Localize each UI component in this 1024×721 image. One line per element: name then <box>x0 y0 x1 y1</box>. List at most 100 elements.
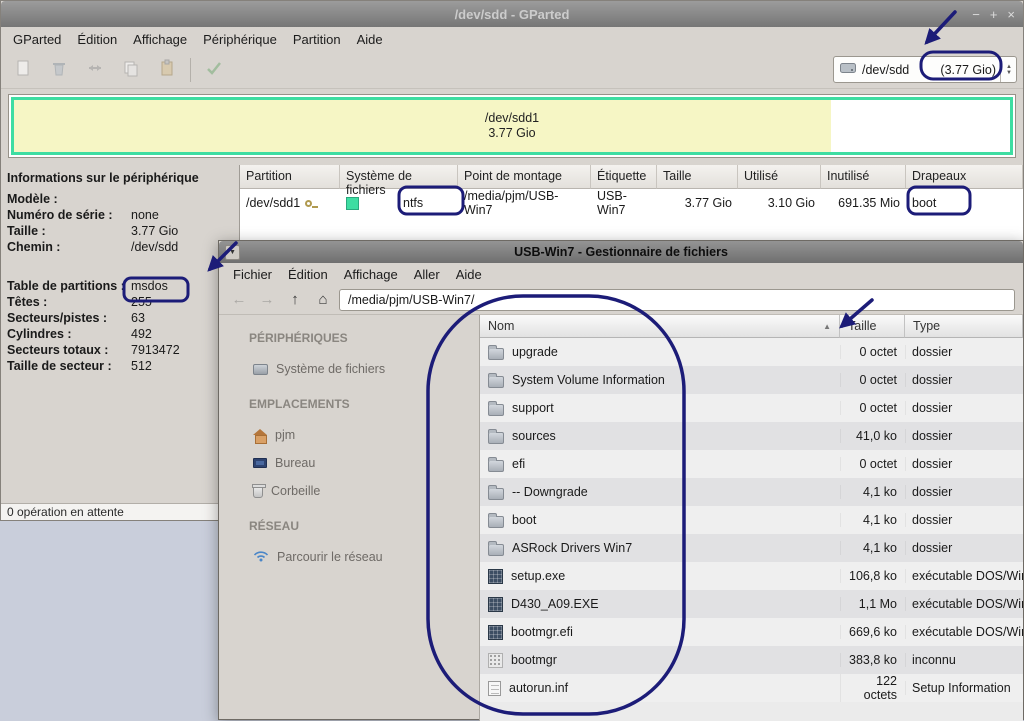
device-info-row: Taille de secteur : 512 <box>7 358 233 374</box>
home-button[interactable]: ⌂ <box>311 289 335 311</box>
resize-move-button[interactable] <box>77 55 113 85</box>
device-info-row: Secteurs totaux : 7913472 <box>7 342 233 358</box>
sidebar-item-label: Bureau <box>275 456 315 470</box>
file-row[interactable]: autorun.inf 122 octets Setup Information <box>480 674 1023 702</box>
toolbar-separator <box>190 58 191 82</box>
device-info-row: Chemin : /dev/sdd <box>7 239 233 255</box>
partition-cell: /dev/sdd1 <box>240 196 340 210</box>
file-row[interactable]: ASRock Drivers Win7 4,1 ko dossier <box>480 534 1023 562</box>
menu-item[interactable]: Aller <box>406 265 448 284</box>
device-info-title: Informations sur le périphérique <box>7 171 233 185</box>
file-size-cell: 0 octet <box>840 457 905 471</box>
menu-item[interactable]: Périphérique <box>195 30 285 49</box>
partition-visual-bar[interactable]: /dev/sdd1 3.77 Gio <box>11 97 1013 155</box>
column-header[interactable]: Étiquette <box>591 165 657 189</box>
sidebar-item-browse-network[interactable]: Parcourir le réseau <box>219 543 479 571</box>
column-header-size[interactable]: Taille <box>840 315 905 338</box>
file-icon <box>488 432 504 444</box>
paste-button[interactable] <box>149 55 185 85</box>
menu-item[interactable]: Fichier <box>225 265 280 284</box>
spin-down-icon[interactable]: ▼ <box>1006 70 1012 76</box>
gparted-window-buttons: − + × <box>972 8 1015 21</box>
column-header-type[interactable]: Type <box>905 315 1023 338</box>
menu-item[interactable]: Aide <box>349 30 391 49</box>
gparted-titlebar[interactable]: /dev/sdd - GParted − + × <box>1 1 1023 27</box>
gparted-window-title: /dev/sdd - GParted <box>1 7 1023 22</box>
gparted-toolbar: /dev/sdd (3.77 Gio) ▲ ▼ <box>1 51 1023 89</box>
file-row[interactable]: boot 4,1 ko dossier <box>480 506 1023 534</box>
column-header[interactable]: Taille <box>657 165 738 189</box>
file-name-cell: bootmgr.efi <box>480 625 840 640</box>
sidebar-item-trash[interactable]: Corbeille <box>219 477 479 505</box>
maximize-icon[interactable]: + <box>990 8 998 21</box>
column-header[interactable]: Inutilisé <box>821 165 906 189</box>
forward-button[interactable]: → <box>255 289 279 311</box>
file-size-cell: 4,1 ko <box>840 541 905 555</box>
file-type-cell: exécutable DOS/Win <box>905 597 1023 611</box>
device-info-row: Taille : 3.77 Gio <box>7 223 233 239</box>
menu-item[interactable]: Édition <box>280 265 336 284</box>
file-row[interactable]: setup.exe 106,8 ko exécutable DOS/Win <box>480 562 1023 590</box>
up-arrow-icon: ↑ <box>291 291 299 308</box>
column-header[interactable]: Utilisé <box>738 165 821 189</box>
file-row[interactable]: support 0 octet dossier <box>480 394 1023 422</box>
file-type-cell: dossier <box>905 401 1023 415</box>
menu-item[interactable]: GParted <box>5 30 69 49</box>
column-header[interactable]: Système de fichiers <box>340 165 458 189</box>
sidebar-item-home[interactable]: pjm <box>219 421 479 449</box>
device-spinner[interactable]: ▲ ▼ <box>1000 57 1014 82</box>
fm-body: PÉRIPHÉRIQUES Système de fichiers EMPLAC… <box>219 315 1023 721</box>
file-row[interactable]: sources 41,0 ko dossier <box>480 422 1023 450</box>
sidebar-item-label: Parcourir le réseau <box>277 550 383 564</box>
menu-item[interactable]: Affichage <box>125 30 195 49</box>
menu-item[interactable]: Aide <box>448 265 490 284</box>
minimize-icon[interactable]: − <box>972 8 980 21</box>
device-info-row: Numéro de série : none <box>7 207 233 223</box>
window-menu-button[interactable]: ▼ <box>225 245 240 260</box>
back-button[interactable]: ← <box>227 289 251 311</box>
new-partition-button[interactable] <box>5 55 41 85</box>
sidebar-item-label: pjm <box>275 428 295 442</box>
copy-button[interactable] <box>113 55 149 85</box>
file-row[interactable]: upgrade 0 octet dossier <box>480 338 1023 366</box>
trash-icon <box>253 486 263 498</box>
menu-item[interactable]: Partition <box>285 30 349 49</box>
file-size-cell: 383,8 ko <box>840 653 905 667</box>
column-header[interactable]: Drapeaux <box>906 165 1023 189</box>
apply-operations-button[interactable] <box>196 55 232 85</box>
menu-item[interactable]: Affichage <box>336 265 406 284</box>
sidebar-section-devices: PÉRIPHÉRIQUES <box>219 331 479 345</box>
file-row[interactable]: bootmgr 383,8 ko inconnu <box>480 646 1023 674</box>
file-name-cell: ASRock Drivers Win7 <box>480 541 840 556</box>
label-cell: USB-Win7 <box>591 189 657 217</box>
file-row[interactable]: D430_A09.EXE 1,1 Mo exécutable DOS/Win <box>480 590 1023 618</box>
sidebar-section-places: EMPLACEMENTS <box>219 397 479 411</box>
file-name: bootmgr.efi <box>511 625 573 639</box>
up-button[interactable]: ↑ <box>283 289 307 311</box>
file-type-cell: dossier <box>905 541 1023 555</box>
delete-partition-button[interactable] <box>41 55 77 85</box>
file-row[interactable]: -- Downgrade 4,1 ko dossier <box>480 478 1023 506</box>
device-info-panel: Informations sur le périphérique Modèle … <box>1 165 240 503</box>
wifi-icon <box>253 549 269 565</box>
column-header[interactable]: Point de montage <box>458 165 591 189</box>
device-info-rows: Modèle : Numéro de série : none Taille :… <box>7 191 233 374</box>
path-input[interactable] <box>339 289 1015 311</box>
menu-item[interactable]: Édition <box>69 30 125 49</box>
file-manager-window: ▼ USB-Win7 - Gestionnaire de fichiers Fi… <box>218 240 1024 720</box>
column-header[interactable]: Partition <box>240 165 340 189</box>
close-icon[interactable]: × <box>1007 8 1015 21</box>
file-row[interactable]: bootmgr.efi 669,6 ko exécutable DOS/Win <box>480 618 1023 646</box>
column-header-name[interactable]: Nom ▲ <box>480 315 840 338</box>
sidebar-item-filesystem[interactable]: Système de fichiers <box>219 355 479 383</box>
file-name-cell: -- Downgrade <box>480 485 840 500</box>
file-row[interactable]: efi 0 octet dossier <box>480 450 1023 478</box>
file-row[interactable]: System Volume Information 0 octet dossie… <box>480 366 1023 394</box>
file-icon <box>488 653 503 668</box>
file-name-cell: System Volume Information <box>480 373 840 388</box>
device-selector[interactable]: /dev/sdd (3.77 Gio) ▲ ▼ <box>833 56 1017 83</box>
fm-titlebar[interactable]: ▼ USB-Win7 - Gestionnaire de fichiers <box>219 241 1023 263</box>
sidebar-item-desktop[interactable]: Bureau <box>219 449 479 477</box>
file-icon <box>488 376 504 388</box>
file-icon <box>488 569 503 584</box>
